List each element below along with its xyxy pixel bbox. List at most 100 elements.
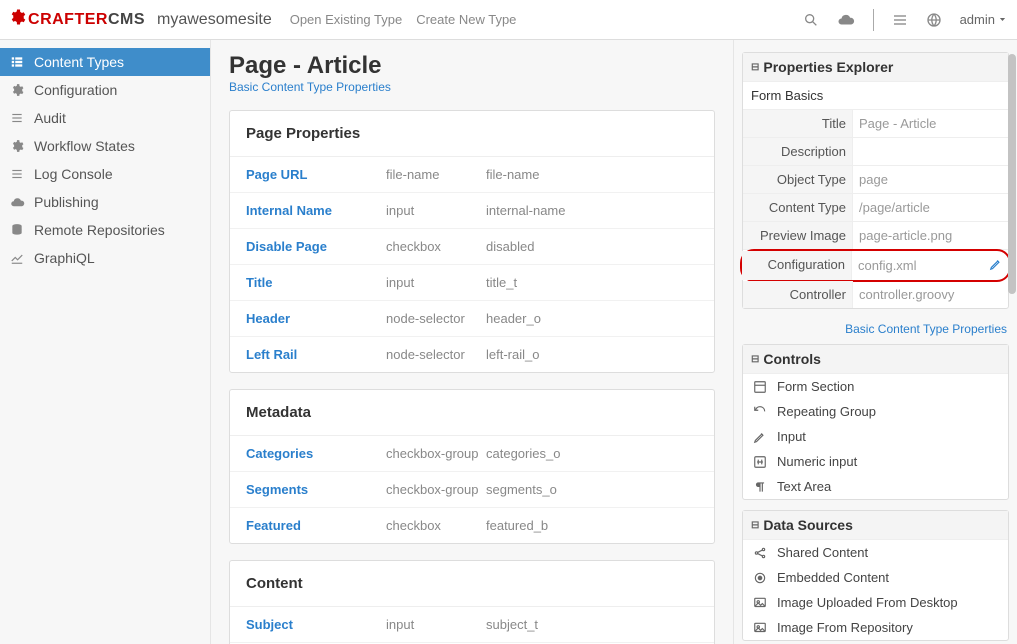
field-row[interactable]: Titleinputtitle_t bbox=[230, 265, 714, 301]
section-header[interactable]: Metadata bbox=[230, 390, 714, 436]
section-header[interactable]: Content bbox=[230, 561, 714, 607]
sidebar-item-publishing[interactable]: Publishing bbox=[0, 188, 210, 216]
field-label[interactable]: Header bbox=[246, 311, 386, 326]
field-variable: subject_t bbox=[486, 617, 698, 632]
field-label[interactable]: Featured bbox=[246, 518, 386, 533]
field-label[interactable]: Segments bbox=[246, 482, 386, 497]
section-header[interactable]: Page Properties bbox=[230, 111, 714, 157]
field-label[interactable]: Disable Page bbox=[246, 239, 386, 254]
repeat-icon bbox=[753, 405, 769, 419]
control-form-section[interactable]: Form Section bbox=[743, 374, 1008, 399]
image-icon bbox=[753, 621, 769, 635]
datasource-shared-content[interactable]: Shared Content bbox=[743, 540, 1008, 565]
datasource-image-from-repository[interactable]: Image From Repository bbox=[743, 615, 1008, 640]
sidebar-item-label: Publishing bbox=[34, 194, 99, 210]
property-row-content-type[interactable]: Content Type/page/article bbox=[743, 194, 1008, 222]
menu-icon[interactable] bbox=[892, 12, 908, 28]
control-text-area[interactable]: Text Area bbox=[743, 474, 1008, 499]
field-label[interactable]: Categories bbox=[246, 446, 386, 461]
page-subtitle-link[interactable]: Basic Content Type Properties bbox=[229, 80, 715, 94]
datasource-embedded-content[interactable]: Embedded Content bbox=[743, 565, 1008, 590]
field-label[interactable]: Left Rail bbox=[246, 347, 386, 362]
field-variable: left-rail_o bbox=[486, 347, 698, 362]
controls-panel: ⊟ Controls Form SectionRepeating Group In… bbox=[742, 344, 1009, 500]
sidebar-item-configuration[interactable]: Configuration bbox=[0, 76, 210, 104]
field-type: node-selector bbox=[386, 311, 486, 326]
data-sources-panel: ⊟ Data Sources Shared Content Embedded Co… bbox=[742, 510, 1009, 641]
sidebar-item-audit[interactable]: Audit bbox=[0, 104, 210, 132]
collapse-icon: ⊟ bbox=[751, 354, 759, 365]
property-value[interactable]: /page/article bbox=[853, 194, 1008, 221]
sidebar-item-label: Content Types bbox=[34, 54, 124, 70]
basic-content-type-link[interactable]: Basic Content Type Properties bbox=[742, 319, 1009, 344]
property-row-configuration[interactable]: Configurationconfig.xml bbox=[740, 249, 1011, 282]
field-row[interactable]: Disable Pagecheckboxdisabled bbox=[230, 229, 714, 265]
property-value[interactable]: config.xml bbox=[852, 251, 1009, 280]
field-row[interactable]: Internal Nameinputinternal-name bbox=[230, 193, 714, 229]
property-row-object-type[interactable]: Object Typepage bbox=[743, 166, 1008, 194]
property-value[interactable]: controller.groovy bbox=[853, 281, 1008, 308]
controls-header[interactable]: ⊟ Controls bbox=[743, 345, 1008, 374]
datasource-label: Embedded Content bbox=[777, 570, 889, 585]
field-type: file-name bbox=[386, 167, 486, 182]
property-value[interactable] bbox=[853, 138, 1008, 165]
field-label[interactable]: Page URL bbox=[246, 167, 386, 182]
search-icon[interactable] bbox=[803, 12, 819, 28]
field-type: input bbox=[386, 617, 486, 632]
section-page-properties: Page PropertiesPage URLfile-namefile-nam… bbox=[229, 110, 715, 373]
control-numeric-input[interactable]: Numeric input bbox=[743, 449, 1008, 474]
cloud-icon bbox=[10, 195, 26, 210]
control-label: Input bbox=[777, 429, 806, 444]
field-row[interactable]: Headernode-selectorheader_o bbox=[230, 301, 714, 337]
field-type: checkbox bbox=[386, 239, 486, 254]
field-row[interactable]: Left Railnode-selectorleft-rail_o bbox=[230, 337, 714, 372]
property-row-description[interactable]: Description bbox=[743, 138, 1008, 166]
field-label[interactable]: Internal Name bbox=[246, 203, 386, 218]
open-existing-type-link[interactable]: Open Existing Type bbox=[290, 12, 403, 27]
pencil-icon[interactable] bbox=[989, 257, 1003, 274]
properties-explorer-header[interactable]: ⊟ Properties Explorer bbox=[743, 53, 1008, 82]
para-icon bbox=[753, 480, 769, 494]
data-sources-header[interactable]: ⊟ Data Sources bbox=[743, 511, 1008, 540]
field-variable: segments_o bbox=[486, 482, 698, 497]
field-row[interactable]: Subjectinputsubject_t bbox=[230, 607, 714, 643]
user-menu[interactable]: admin bbox=[960, 12, 1007, 27]
field-type: checkbox-group bbox=[386, 446, 486, 461]
gear-icon bbox=[8, 8, 26, 31]
numeric-icon bbox=[753, 455, 769, 469]
sidebar-item-workflow-states[interactable]: Workflow States bbox=[0, 132, 210, 160]
globe-icon[interactable] bbox=[926, 12, 942, 28]
control-repeating-group[interactable]: Repeating Group bbox=[743, 399, 1008, 424]
field-row[interactable]: Segmentscheckbox-groupsegments_o bbox=[230, 472, 714, 508]
field-row[interactable]: Page URLfile-namefile-name bbox=[230, 157, 714, 193]
field-label[interactable]: Title bbox=[246, 275, 386, 290]
property-row-title[interactable]: TitlePage - Article bbox=[743, 110, 1008, 138]
cloud-icon[interactable] bbox=[837, 11, 855, 29]
sidebar-item-label: GraphiQL bbox=[34, 250, 95, 266]
sidebar-item-graphiql[interactable]: GraphiQL bbox=[0, 244, 210, 272]
sidebar-item-label: Remote Repositories bbox=[34, 222, 165, 238]
sidebar-item-remote-repositories[interactable]: Remote Repositories bbox=[0, 216, 210, 244]
sidebar-item-log-console[interactable]: Log Console bbox=[0, 160, 210, 188]
field-variable: internal-name bbox=[486, 203, 698, 218]
field-label[interactable]: Subject bbox=[246, 617, 386, 632]
field-row[interactable]: Featuredcheckboxfeatured_b bbox=[230, 508, 714, 543]
form-basics-title: Form Basics bbox=[743, 82, 1008, 110]
chevron-down-icon bbox=[998, 12, 1007, 27]
field-row[interactable]: Categoriescheckbox-groupcategories_o bbox=[230, 436, 714, 472]
property-label: Preview Image bbox=[743, 222, 853, 249]
create-new-type-link[interactable]: Create New Type bbox=[416, 12, 516, 27]
datasource-image-uploaded-from-desktop[interactable]: Image Uploaded From Desktop bbox=[743, 590, 1008, 615]
property-label: Title bbox=[743, 110, 853, 137]
property-row-preview-image[interactable]: Preview Imagepage-article.png bbox=[743, 222, 1008, 250]
property-value[interactable]: page-article.png bbox=[853, 222, 1008, 249]
field-variable: featured_b bbox=[486, 518, 698, 533]
sidebar-item-content-types[interactable]: Content Types bbox=[0, 48, 210, 76]
property-row-controller[interactable]: Controllercontroller.groovy bbox=[743, 281, 1008, 308]
logo[interactable]: CRAFTERCMS bbox=[8, 8, 145, 31]
field-variable: header_o bbox=[486, 311, 698, 326]
property-value[interactable]: Page - Article bbox=[853, 110, 1008, 137]
scrollbar-thumb[interactable] bbox=[1008, 54, 1016, 294]
property-value[interactable]: page bbox=[853, 166, 1008, 193]
control-input[interactable]: Input bbox=[743, 424, 1008, 449]
